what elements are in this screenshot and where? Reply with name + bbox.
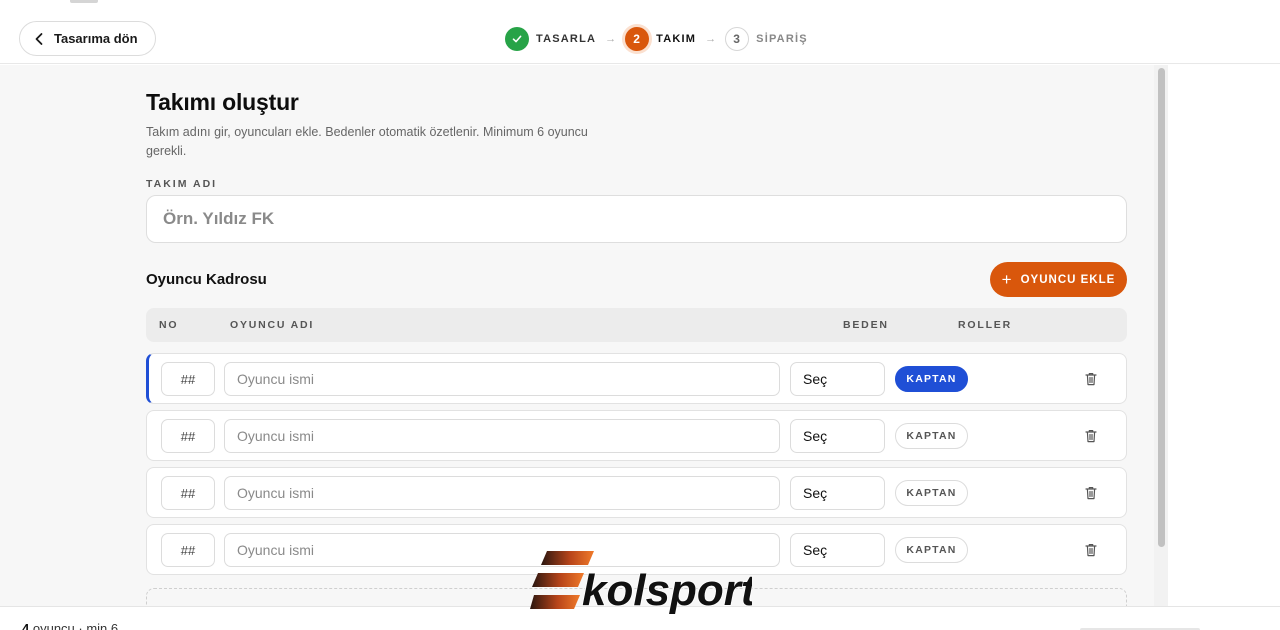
step-team[interactable]: 2 TAKIM: [625, 27, 696, 51]
page-description: Takım adını gir, oyuncuları ekle. Bedenl…: [146, 125, 588, 158]
captain-toggle[interactable]: KAPTAN: [895, 423, 968, 449]
player-name-input[interactable]: [224, 476, 780, 510]
player-count-summary: 4 oyuncu · min 6: [22, 621, 118, 630]
player-count-suffix: oyuncu · min 6: [32, 621, 119, 630]
top-bar: Tasarıma dön TASARLA → 2 TAKIM → 3 SİPAR…: [0, 0, 1280, 64]
column-header-roles: ROLLER: [958, 319, 1012, 331]
step-order-number: 3: [725, 27, 750, 51]
logo-wordmark: kolsport: [582, 566, 752, 615]
player-number-field[interactable]: ##: [161, 419, 215, 453]
add-player-button[interactable]: + OYUNCU EKLE: [990, 262, 1127, 297]
captain-toggle[interactable]: KAPTAN: [895, 366, 968, 392]
player-number-field[interactable]: ##: [161, 533, 215, 567]
step-design[interactable]: TASARLA: [505, 27, 596, 51]
trash-icon[interactable]: [1085, 372, 1097, 386]
check-icon: [505, 27, 529, 51]
column-header-no: NO: [159, 319, 179, 331]
back-to-design-button[interactable]: Tasarıma dön: [19, 21, 156, 56]
player-number-field[interactable]: ##: [161, 362, 215, 396]
page-title: Takımı oluştur: [146, 89, 299, 115]
scrollbar-thumb[interactable]: [1158, 68, 1165, 547]
checkout-stepper: TASARLA → 2 TAKIM → 3 SİPARİŞ: [505, 26, 808, 52]
player-row: ## Seç KAPTAN: [146, 410, 1127, 461]
step-team-number: 2: [625, 27, 650, 51]
size-select[interactable]: Seç: [790, 362, 885, 396]
back-button-label: Tasarıma dön: [54, 31, 138, 46]
step-team-label: TAKIM: [656, 33, 697, 45]
arrow-right-icon: →: [605, 33, 617, 45]
column-header-player-name: OYUNCU ADI: [230, 319, 315, 331]
roster-table-header: NO OYUNCU ADI BEDEN ROLLER: [146, 308, 1127, 342]
player-row: ## Seç KAPTAN: [146, 467, 1127, 518]
trash-icon[interactable]: [1085, 543, 1097, 557]
captain-toggle[interactable]: KAPTAN: [895, 480, 968, 506]
team-name-input[interactable]: [146, 195, 1127, 243]
step-order-label: SİPARİŞ: [756, 33, 808, 45]
column-header-size: BEDEN: [843, 319, 889, 331]
trash-icon[interactable]: [1085, 429, 1097, 443]
step-design-label: TASARLA: [536, 33, 597, 45]
size-select[interactable]: Seç: [790, 476, 885, 510]
right-panel: [1169, 65, 1280, 606]
chevron-left-icon: [35, 32, 43, 45]
player-count: 4: [22, 621, 30, 630]
roster-title: Oyuncu Kadrosu: [146, 271, 267, 288]
arrow-right-icon: →: [705, 33, 717, 45]
team-name-label: TAKIM ADI: [146, 178, 218, 190]
size-select[interactable]: Seç: [790, 419, 885, 453]
size-select[interactable]: Seç: [790, 533, 885, 567]
captain-toggle[interactable]: KAPTAN: [895, 537, 968, 563]
kolsport-logo: kolsport: [530, 551, 752, 616]
player-name-input[interactable]: [224, 362, 780, 396]
plus-icon: +: [1001, 269, 1013, 289]
trash-icon[interactable]: [1085, 486, 1097, 500]
player-name-input[interactable]: [224, 419, 780, 453]
add-player-label: OYUNCU EKLE: [1020, 273, 1116, 286]
player-number-field[interactable]: ##: [161, 476, 215, 510]
player-row: ## Seç KAPTAN: [146, 353, 1127, 404]
main-content: Takımı oluştur Takım adını gir, oyuncula…: [0, 65, 1168, 606]
top-edge-fragment: [70, 0, 98, 3]
step-order[interactable]: 3 SİPARİŞ: [725, 27, 808, 51]
